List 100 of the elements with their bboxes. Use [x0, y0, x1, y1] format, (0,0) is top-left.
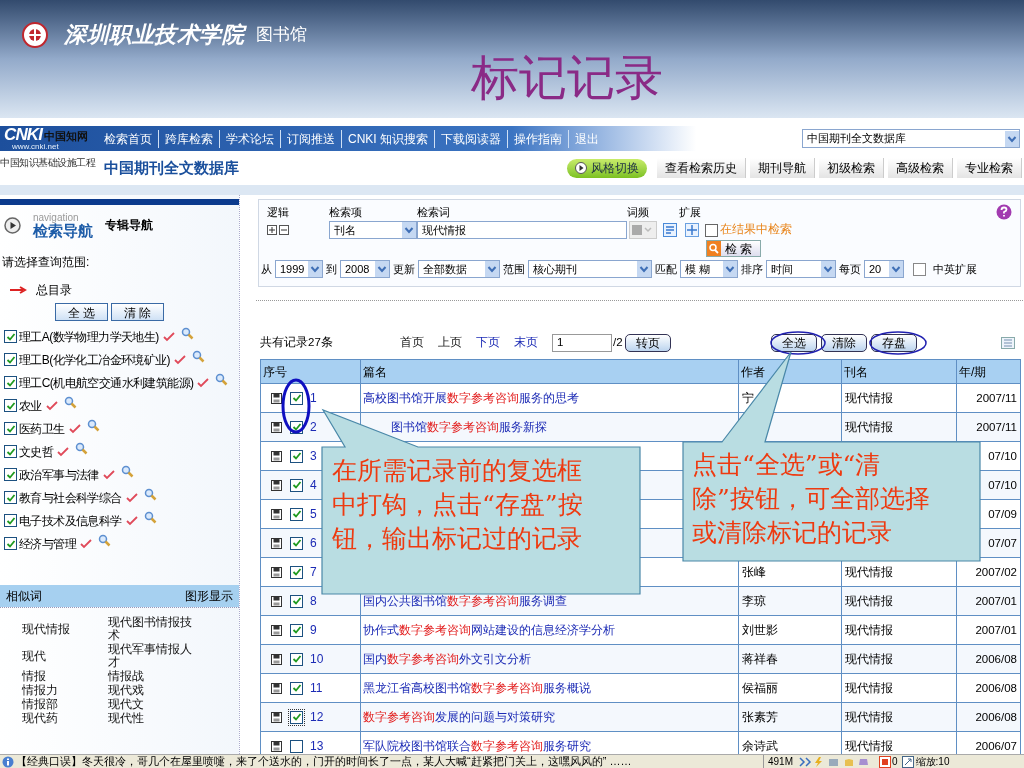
filter-dropdown[interactable]: 全部数据 — [418, 260, 500, 278]
checkbox[interactable] — [290, 652, 303, 666]
nav-tab[interactable]: 高级检索 — [888, 158, 953, 178]
search-icon[interactable] — [63, 396, 77, 409]
category-label[interactable]: 理工A(数学物理力学天地生) — [19, 327, 159, 346]
checkbox[interactable] — [4, 376, 17, 389]
field-dropdown[interactable]: 刊名 — [329, 221, 417, 239]
search-icon[interactable] — [120, 465, 134, 478]
graph-link[interactable]: 图形显示 — [185, 587, 233, 605]
checkbox[interactable] — [913, 262, 926, 276]
nav-link[interactable]: CNKI 知识搜索 — [341, 129, 434, 148]
checkbox[interactable] — [4, 330, 17, 343]
nav-link[interactable]: 检索首页 — [98, 129, 158, 148]
save-icon[interactable] — [271, 624, 282, 636]
related-word[interactable]: 现代性 — [108, 712, 144, 725]
search-icon[interactable] — [192, 350, 205, 363]
article-link[interactable]: 军队院校图书馆联合数字参考咨询服务研究 — [363, 739, 591, 752]
checkbox[interactable] — [4, 468, 17, 481]
search-icon[interactable] — [86, 419, 100, 432]
category-label[interactable]: 教育与社会科学综合 — [19, 488, 122, 507]
checkbox[interactable] — [290, 594, 303, 608]
filter-dropdown[interactable]: 时间 — [766, 260, 836, 278]
filter-dropdown[interactable]: 20 — [864, 260, 904, 278]
related-word[interactable]: 现代戏 — [108, 684, 144, 697]
checkbox[interactable] — [290, 507, 303, 521]
related-word[interactable]: 情报力 — [22, 684, 58, 697]
related-word[interactable]: 现代情报 — [22, 622, 70, 636]
page-input[interactable]: 1 — [552, 334, 612, 352]
add-row-icon[interactable] — [267, 225, 277, 235]
sidebar-button[interactable]: 清 除 — [111, 303, 165, 321]
save-icon[interactable] — [271, 711, 282, 723]
save-icon[interactable] — [271, 566, 282, 578]
category-label[interactable]: 文史哲 — [19, 442, 54, 461]
action-button[interactable]: 全选 — [770, 334, 817, 352]
checkbox[interactable] — [290, 565, 303, 579]
checkbox[interactable] — [705, 223, 718, 237]
related-word[interactable]: 现代文 — [108, 698, 144, 711]
search-icon[interactable] — [75, 442, 89, 455]
search-button[interactable]: 检 索 — [706, 240, 762, 257]
action-button[interactable]: 存盘 — [870, 334, 917, 352]
checkbox[interactable] — [4, 422, 17, 435]
checkbox[interactable] — [4, 537, 17, 550]
nav-tab[interactable]: 初级检索 — [819, 158, 884, 178]
search-icon[interactable] — [143, 511, 157, 524]
root-catalog[interactable]: 总目录 — [36, 281, 72, 299]
search-icon[interactable] — [98, 534, 111, 547]
related-word[interactable]: 现代图书情报技术 — [108, 616, 202, 642]
checkbox[interactable] — [4, 514, 17, 527]
category-label[interactable]: 农业 — [19, 396, 42, 415]
nav-link[interactable]: 学术论坛 — [219, 129, 280, 148]
checkbox[interactable] — [290, 449, 303, 463]
category-label[interactable]: 理工B(化学化工冶金环境矿业) — [19, 350, 170, 369]
checkbox[interactable] — [290, 391, 303, 405]
nav-link[interactable]: 操作指南 — [507, 129, 568, 148]
save-icon[interactable] — [271, 508, 282, 520]
related-word[interactable]: 情报 — [22, 670, 46, 683]
related-word[interactable]: 现代 — [22, 649, 46, 663]
save-icon[interactable] — [271, 450, 282, 462]
save-icon[interactable] — [271, 479, 282, 491]
nav-tab[interactable]: 专业检索 — [957, 158, 1022, 178]
checkbox[interactable] — [290, 536, 303, 550]
checkbox[interactable] — [290, 623, 303, 637]
word-frequency-icon[interactable] — [663, 223, 677, 237]
checkbox[interactable] — [4, 445, 17, 458]
nav-link[interactable]: 订阅推送 — [280, 129, 341, 148]
nav-link[interactable]: 跨库检索 — [158, 129, 219, 148]
pager-link[interactable]: 下页 — [476, 334, 500, 352]
sidebar-button[interactable]: 全 选 — [54, 303, 108, 321]
category-label[interactable]: 医药卫生 — [19, 419, 65, 438]
checkbox-label[interactable]: 中英扩展 — [933, 260, 977, 278]
category-label[interactable]: 经济与管理 — [19, 534, 76, 553]
checkbox[interactable] — [4, 491, 17, 504]
filter-dropdown[interactable]: 模 糊 — [680, 260, 738, 278]
checkbox[interactable] — [290, 681, 303, 695]
checkbox[interactable] — [4, 353, 17, 366]
related-word[interactable]: 现代药 — [22, 712, 58, 725]
action-button[interactable]: 清除 — [820, 334, 867, 352]
checkbox[interactable] — [290, 710, 303, 724]
expand-icon[interactable] — [685, 223, 699, 237]
pager-link[interactable]: 末页 — [514, 334, 538, 352]
article-link[interactable]: 国内数字参考咨询外文引文分析 — [363, 652, 531, 665]
nav-link[interactable]: 下载阅读器 — [434, 129, 507, 148]
go-button[interactable]: 转页 — [624, 334, 671, 352]
help-icon[interactable] — [996, 204, 1012, 220]
checkbox[interactable] — [290, 739, 303, 753]
category-label[interactable]: 电子技术及信息科学 — [19, 511, 122, 530]
save-icon[interactable] — [271, 653, 282, 665]
search-icon[interactable] — [143, 488, 157, 501]
related-word[interactable]: 情报部 — [22, 698, 58, 711]
style-switch-button[interactable]: 风格切换 — [567, 158, 647, 178]
save-icon[interactable] — [271, 682, 282, 694]
search-icon[interactable] — [180, 327, 194, 340]
search-icon[interactable] — [215, 373, 229, 386]
remove-row-icon[interactable] — [279, 225, 289, 235]
save-icon[interactable] — [271, 421, 282, 433]
checkbox[interactable] — [4, 399, 17, 412]
filter-dropdown[interactable]: 核心期刊 — [528, 260, 652, 278]
filter-dropdown[interactable]: 2008 — [340, 260, 390, 278]
nav-tab[interactable]: 期刊导航 — [750, 158, 815, 178]
search-input[interactable]: 现代情报 — [417, 221, 627, 239]
